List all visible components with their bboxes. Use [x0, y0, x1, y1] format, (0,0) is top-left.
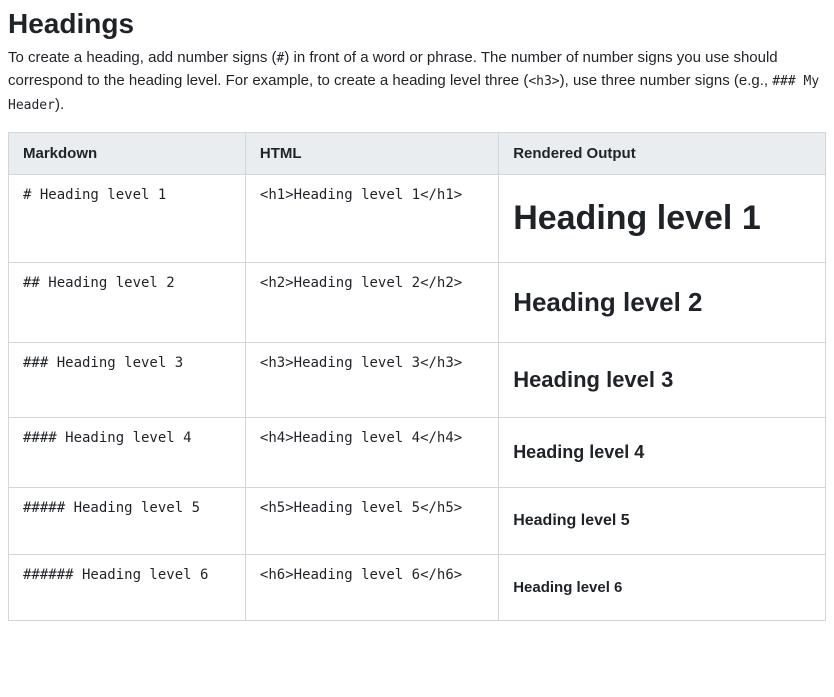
- table-header-markdown: Markdown: [9, 132, 246, 174]
- table-row: ##### Heading level 5 <h5>Heading level …: [9, 487, 826, 554]
- rendered-h6: Heading level 6: [513, 579, 811, 596]
- table-row: ## Heading level 2 <h2>Heading level 2</…: [9, 262, 826, 342]
- table-row: #### Heading level 4 <h4>Heading level 4…: [9, 417, 826, 487]
- page-title: Headings: [8, 8, 826, 40]
- rendered-h1: Heading level 1: [513, 199, 811, 238]
- cell-markdown: # Heading level 1: [9, 174, 246, 262]
- cell-html: <h1>Heading level 1</h1>: [245, 174, 498, 262]
- description-text: ).: [55, 96, 64, 113]
- table-row: ###### Heading level 6 <h6>Heading level…: [9, 554, 826, 620]
- cell-rendered: Heading level 4: [499, 417, 826, 487]
- rendered-h2: Heading level 2: [513, 287, 811, 318]
- cell-html: <h3>Heading level 3</h3>: [245, 342, 498, 417]
- cell-html: <h6>Heading level 6</h6>: [245, 554, 498, 620]
- table-row: ### Heading level 3 <h3>Heading level 3<…: [9, 342, 826, 417]
- cell-html: <h5>Heading level 5</h5>: [245, 487, 498, 554]
- headings-table: Markdown HTML Rendered Output # Heading …: [8, 132, 826, 621]
- table-header-rendered: Rendered Output: [499, 132, 826, 174]
- table-row: # Heading level 1 <h1>Heading level 1</h…: [9, 174, 826, 262]
- cell-html: <h2>Heading level 2</h2>: [245, 262, 498, 342]
- table-header-row: Markdown HTML Rendered Output: [9, 132, 826, 174]
- cell-markdown: ###### Heading level 6: [9, 554, 246, 620]
- cell-html: <h4>Heading level 4</h4>: [245, 417, 498, 487]
- cell-markdown: ## Heading level 2: [9, 262, 246, 342]
- cell-rendered: Heading level 5: [499, 487, 826, 554]
- rendered-h5: Heading level 5: [513, 512, 811, 530]
- cell-markdown: ##### Heading level 5: [9, 487, 246, 554]
- description-text: To create a heading, add number signs (: [8, 49, 277, 66]
- description-text: ), use three number signs (e.g.,: [560, 72, 773, 89]
- rendered-h3: Heading level 3: [513, 367, 811, 393]
- description: To create a heading, add number signs (#…: [8, 46, 826, 116]
- cell-markdown: #### Heading level 4: [9, 417, 246, 487]
- cell-rendered: Heading level 6: [499, 554, 826, 620]
- cell-rendered: Heading level 2: [499, 262, 826, 342]
- cell-rendered: Heading level 3: [499, 342, 826, 417]
- cell-rendered: Heading level 1: [499, 174, 826, 262]
- table-header-html: HTML: [245, 132, 498, 174]
- cell-markdown: ### Heading level 3: [9, 342, 246, 417]
- rendered-h4: Heading level 4: [513, 442, 811, 463]
- description-code-h3: <h3>: [528, 74, 559, 89]
